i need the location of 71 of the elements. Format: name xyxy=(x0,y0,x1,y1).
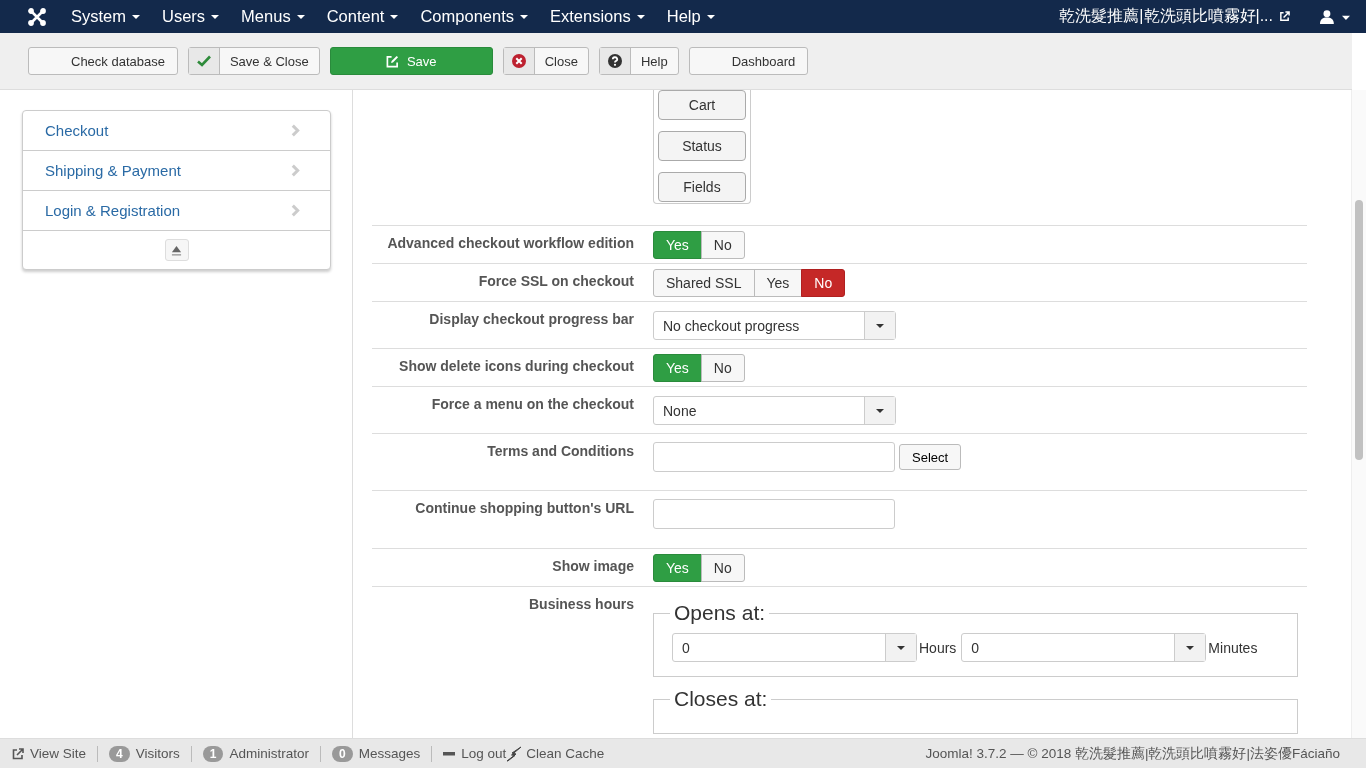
view-site-link[interactable]: View Site xyxy=(12,746,87,761)
edit-icon xyxy=(385,54,399,68)
menu-item[interactable]: Components xyxy=(420,7,528,26)
toolbar-button[interactable]: Close xyxy=(502,47,589,75)
unit-label: Hours xyxy=(919,639,957,656)
unit-label: Minutes xyxy=(1208,639,1258,656)
toggle-option[interactable]: No xyxy=(700,231,745,259)
menu-item[interactable]: Content xyxy=(326,7,399,26)
toggle-option[interactable]: No xyxy=(700,354,745,382)
help-icon xyxy=(607,54,622,68)
chevron-right-icon xyxy=(291,164,300,177)
logout-link[interactable]: Log out xyxy=(443,746,507,761)
site-link[interactable]: 乾洗髮推薦|乾洗頭比噴霧好|... xyxy=(1059,6,1273,27)
hours-dropdown[interactable]: 0 xyxy=(672,633,917,662)
sidebar-item[interactable]: Shipping & Payment xyxy=(23,151,330,191)
scrollbar[interactable] xyxy=(1351,90,1366,738)
field-label: Force a menu on the checkout xyxy=(431,396,634,412)
field-label: Terms and Conditions xyxy=(487,443,634,459)
count-badge: 1 xyxy=(202,745,224,762)
clean-cache-link[interactable]: Clean Cache xyxy=(506,745,605,762)
collapse-button[interactable] xyxy=(164,239,189,261)
external-link-icon xyxy=(12,747,24,760)
minutes-dropdown[interactable]: 0 xyxy=(961,633,1207,662)
sidebar-item[interactable]: Checkout xyxy=(23,111,330,151)
chevron-right-icon xyxy=(291,124,300,137)
footer-text: Joomla! 3.7.2 — © 2018 乾洗髮推薦|乾洗頭比噴霧好|法姿優Fáciaño xyxy=(925,744,1340,763)
count-badge: 4 xyxy=(109,745,130,762)
toolbar-button[interactable]: Dashboard xyxy=(688,47,809,75)
url-field[interactable] xyxy=(653,499,895,529)
field-label: Display checkout progress bar xyxy=(429,311,634,327)
check-icon xyxy=(196,55,211,67)
field-label: Advanced checkout workflow edition xyxy=(387,235,634,251)
cancel-icon xyxy=(511,54,526,68)
select-button[interactable]: Select xyxy=(899,444,962,470)
menu-item[interactable]: Users xyxy=(162,7,220,26)
user-menu-icon[interactable] xyxy=(1320,9,1350,24)
status-label: Messages xyxy=(358,746,421,761)
external-link-icon xyxy=(1279,11,1290,22)
toggle-option[interactable]: Yes xyxy=(753,269,803,297)
fieldset-legend: Closes at: xyxy=(670,687,772,711)
field-label: Show delete icons during checkout xyxy=(399,358,634,374)
field-label: Force SSL on checkout xyxy=(478,273,634,289)
joomla-logo-icon[interactable] xyxy=(27,6,47,27)
menu-item[interactable]: Help xyxy=(666,7,715,26)
field-label: Business hours xyxy=(528,596,634,612)
eject-icon xyxy=(171,244,182,256)
sidebar-item[interactable]: Login & Registration xyxy=(23,191,330,231)
menu-item[interactable]: System xyxy=(71,7,140,26)
minus-icon xyxy=(443,751,456,756)
field-label: Show image xyxy=(552,558,634,574)
toggle-option[interactable]: Shared SSL xyxy=(653,269,755,297)
section-button[interactable]: Cart xyxy=(658,90,746,120)
dropdown-field[interactable]: None xyxy=(653,396,896,425)
status-label: Visitors xyxy=(135,746,180,761)
section-button[interactable]: Status xyxy=(658,131,746,161)
toolbar-button[interactable]: Save & Close xyxy=(187,47,320,75)
menu-item[interactable]: Extensions xyxy=(550,7,645,26)
toggle-option[interactable]: No xyxy=(801,269,846,297)
menu-item[interactable]: Menus xyxy=(241,7,305,26)
fieldset-legend: Opens at: xyxy=(670,601,770,625)
text-field[interactable] xyxy=(653,442,895,472)
field-label: Continue shopping button's URL xyxy=(415,500,634,516)
dropdown-field[interactable]: No checkout progress xyxy=(653,311,896,340)
toolbar-button[interactable]: Check database xyxy=(28,47,178,75)
section-button[interactable]: Fields xyxy=(658,172,746,202)
status-label: Administrator xyxy=(229,746,309,761)
toolbar-button[interactable]: Help xyxy=(598,47,679,75)
lightning-icon xyxy=(506,745,523,762)
count-badge: 0 xyxy=(331,745,353,762)
chevron-right-icon xyxy=(291,204,300,217)
toggle-option[interactable]: No xyxy=(700,554,745,582)
